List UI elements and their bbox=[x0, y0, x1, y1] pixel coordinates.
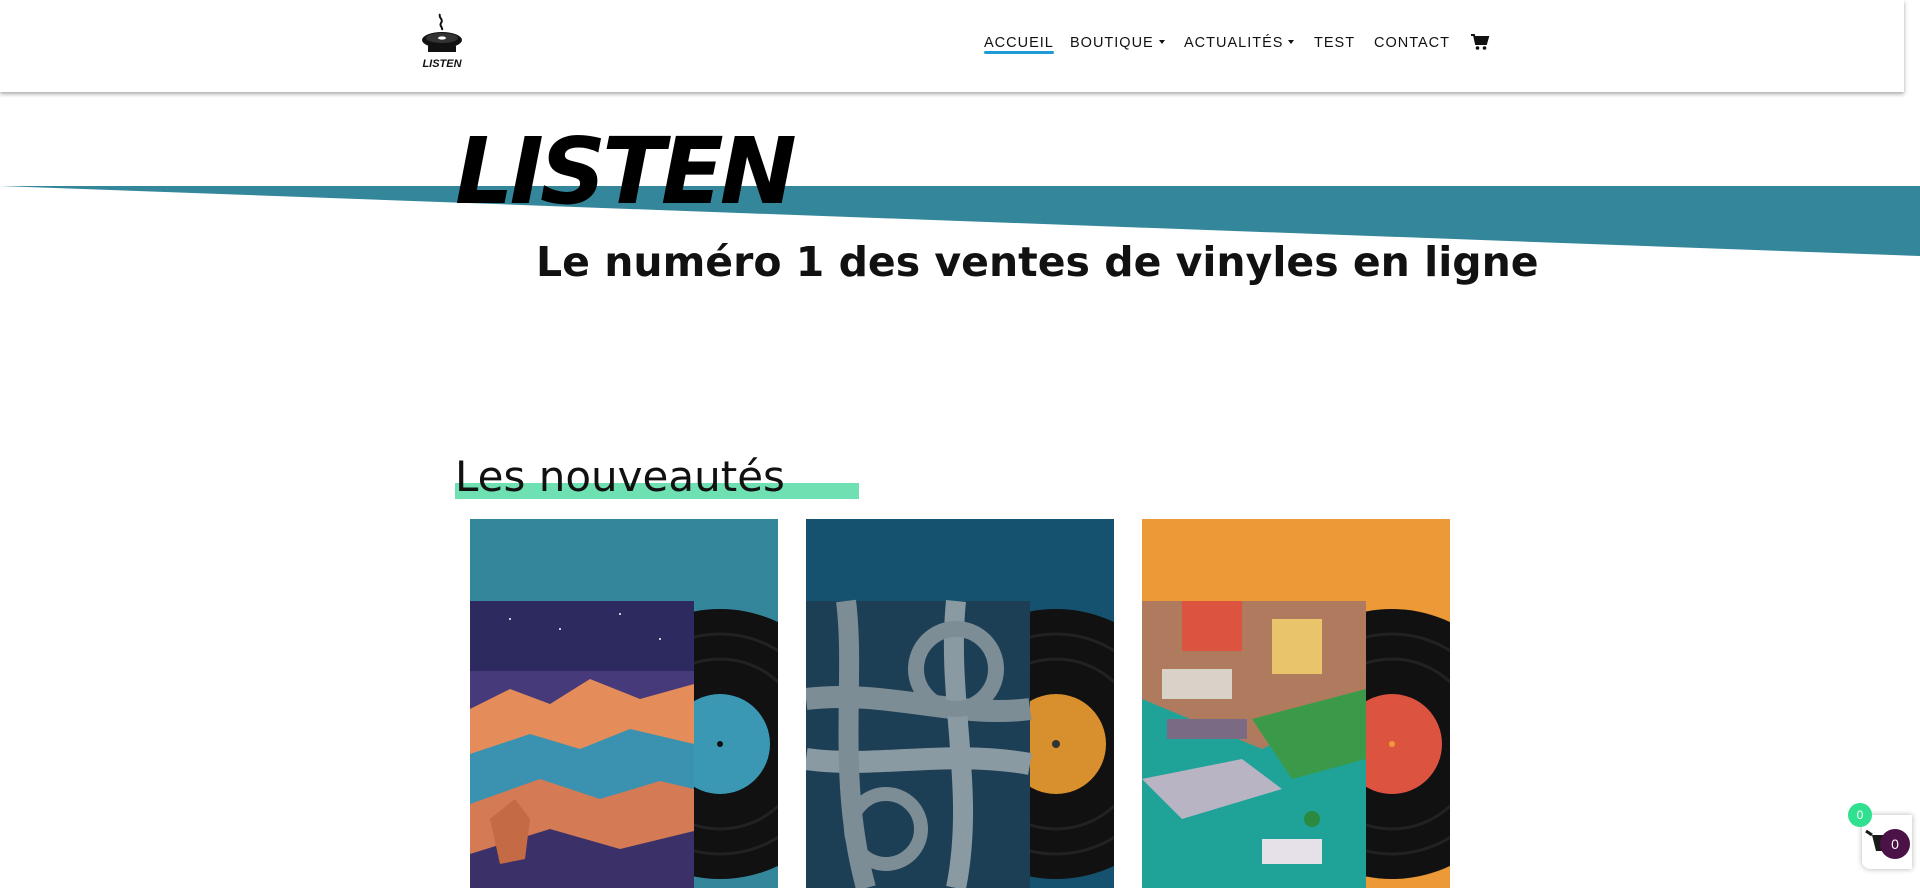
hero-title: LISTEN bbox=[455, 118, 797, 225]
site-logo[interactable]: LISTEN bbox=[418, 12, 466, 74]
hero-subtitle: Le numéro 1 des ventes de vinyles en lig… bbox=[536, 238, 1539, 286]
section-heading: Les nouveautés bbox=[455, 452, 859, 501]
product-card[interactable] bbox=[470, 519, 778, 888]
nav-item-accueil[interactable]: ACCUEIL bbox=[984, 35, 1054, 54]
album-cover-image bbox=[806, 519, 1114, 888]
caret-down-icon bbox=[1158, 40, 1165, 45]
caret-down-icon bbox=[1288, 40, 1295, 45]
product-card[interactable] bbox=[806, 519, 1114, 888]
cart-items-badge: 0 bbox=[1880, 829, 1910, 859]
nav-item-boutique[interactable]: BOUTIQUE bbox=[1070, 35, 1165, 51]
product-card[interactable] bbox=[1142, 519, 1450, 888]
site-header: LISTEN ACCUEIL BOUTIQUE ACTUALITÉS TEST … bbox=[0, 0, 1904, 92]
cart-count-badge: 0 bbox=[1848, 803, 1872, 827]
shopping-cart-icon[interactable] bbox=[1470, 33, 1490, 51]
nav-label: TEST bbox=[1314, 35, 1356, 51]
logo-text: LISTEN bbox=[422, 58, 462, 70]
nav-label: BOUTIQUE bbox=[1070, 35, 1154, 51]
nav-label: ACCUEIL bbox=[984, 35, 1054, 51]
nav-item-test[interactable]: TEST bbox=[1314, 35, 1355, 51]
album-cover-image bbox=[1142, 519, 1450, 888]
nav-label: CONTACT bbox=[1374, 35, 1451, 51]
nav-item-actualites[interactable]: ACTUALITÉS bbox=[1184, 35, 1295, 51]
nav-item-contact[interactable]: CONTACT bbox=[1374, 35, 1450, 51]
section-title: Les nouveautés bbox=[455, 452, 785, 501]
album-cover-image bbox=[470, 519, 778, 888]
turntable-logo-icon bbox=[422, 13, 462, 52]
nav-label: ACTUALITÉS bbox=[1184, 35, 1284, 51]
